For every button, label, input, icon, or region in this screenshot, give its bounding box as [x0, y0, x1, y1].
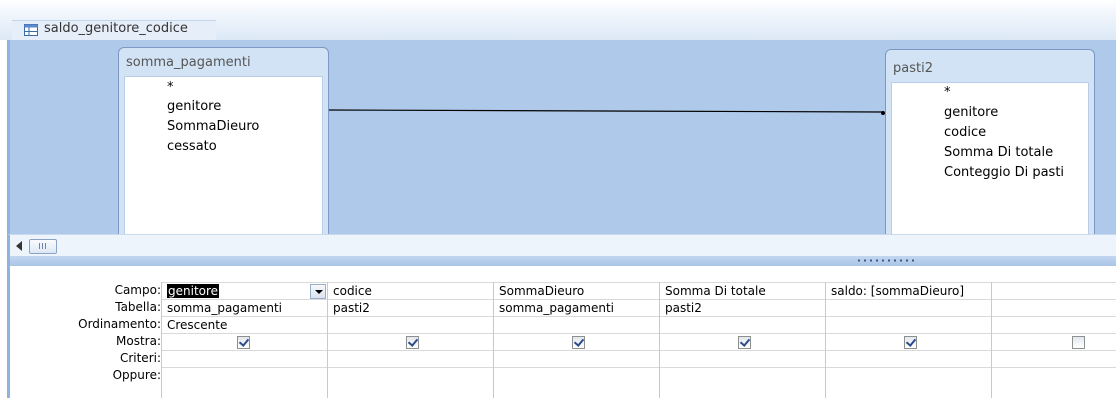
mostra-cell [494, 333, 660, 350]
pane-splitter[interactable] [7, 256, 1116, 266]
ordinamento-cell[interactable]: Crescente [162, 316, 328, 333]
show-checkbox[interactable] [406, 336, 419, 349]
field-item[interactable]: cessato [167, 139, 217, 154]
criteri-cell[interactable] [826, 350, 992, 367]
criteri-cell[interactable] [494, 350, 660, 367]
campo-cell[interactable] [992, 282, 1116, 299]
mostra-cell [162, 333, 328, 350]
ordinamento-cell[interactable] [494, 316, 660, 333]
campo-cell[interactable]: Somma Di totale [660, 282, 826, 299]
oppure-cell[interactable] [660, 367, 826, 384]
show-checkbox[interactable] [237, 336, 250, 349]
mostra-cell [992, 333, 1116, 350]
field-item[interactable]: SommaDieuro [167, 119, 259, 134]
field-item[interactable]: * [167, 80, 174, 95]
field-item[interactable]: genitore [944, 105, 998, 120]
row-label-tabella: Tabella: [115, 300, 161, 314]
grid-column: SommaDieuro somma_pagamenti [493, 282, 660, 398]
campo-cell[interactable]: genitore [162, 282, 328, 299]
oppure-cell[interactable] [328, 367, 494, 384]
campo-cell[interactable]: codice [328, 282, 494, 299]
tabella-cell[interactable] [992, 299, 1116, 316]
table-title[interactable]: pasti2 [893, 61, 933, 76]
table-box-pasti2[interactable]: pasti2 * genitore codice Somma Di totale… [885, 49, 1095, 236]
oppure-cell[interactable] [826, 367, 992, 384]
show-checkbox[interactable] [1072, 336, 1085, 349]
oppure-cell[interactable] [162, 367, 328, 384]
tabella-cell[interactable]: pasti2 [660, 299, 826, 316]
criteri-cell[interactable] [162, 350, 328, 367]
criteri-cell[interactable] [660, 350, 826, 367]
tabella-cell[interactable]: pasti2 [328, 299, 494, 316]
field-list[interactable]: * genitore SommaDieuro cessato [124, 76, 323, 235]
scroll-thumb[interactable] [29, 239, 57, 254]
mostra-cell [328, 333, 494, 350]
field-item[interactable]: genitore [167, 99, 221, 114]
table-title[interactable]: somma_pagamenti [126, 55, 251, 70]
title-bar: saldo_genitore_codice [0, 0, 1116, 41]
ordinamento-cell[interactable] [992, 316, 1116, 333]
criteri-cell[interactable] [992, 350, 1116, 367]
criteri-cell[interactable] [328, 350, 494, 367]
field-item[interactable]: Conteggio Di pasti [944, 165, 1064, 180]
horizontal-scrollbar[interactable] [7, 234, 1116, 257]
chevron-down-icon[interactable] [310, 284, 326, 299]
query-design-grid: Campo: Tabella: Ordinamento: Mostra: Cri… [7, 266, 1116, 398]
tabella-cell[interactable]: somma_pagamenti [162, 299, 328, 316]
show-checkbox[interactable] [572, 336, 585, 349]
grid-column: genitore somma_pagamenti Crescente [161, 282, 328, 398]
tabella-cell[interactable] [826, 299, 992, 316]
row-label-ordinamento: Ordinamento: [78, 317, 161, 331]
tabella-cell[interactable]: somma_pagamenti [494, 299, 660, 316]
grid-column [991, 282, 1116, 398]
show-checkbox[interactable] [904, 336, 917, 349]
campo-cell[interactable]: SommaDieuro [494, 282, 660, 299]
ordinamento-cell[interactable] [826, 316, 992, 333]
grid-column: Somma Di totale pasti2 [659, 282, 826, 398]
join-line[interactable] [325, 109, 885, 113]
row-label-campo: Campo: [114, 283, 161, 297]
query-icon [24, 24, 38, 36]
mostra-cell [660, 333, 826, 350]
grid-column: saldo: [sommaDieuro] [825, 282, 992, 398]
oppure-cell[interactable] [992, 367, 1116, 384]
field-item[interactable]: codice [944, 125, 986, 140]
table-pane[interactable]: somma_pagamenti * genitore SommaDieuro c… [7, 40, 1116, 236]
oppure-cell[interactable] [494, 367, 660, 384]
field-item[interactable]: Somma Di totale [944, 145, 1053, 160]
row-label-criteri: Criteri: [119, 351, 161, 365]
mostra-cell [826, 333, 992, 350]
show-checkbox[interactable] [738, 336, 751, 349]
campo-cell[interactable]: saldo: [sommaDieuro] [826, 282, 992, 299]
ordinamento-cell[interactable] [660, 316, 826, 333]
field-list[interactable]: * genitore codice Somma Di totale Conteg… [891, 82, 1089, 235]
ordinamento-cell[interactable] [328, 316, 494, 333]
row-label-oppure: Oppure: [112, 368, 161, 382]
splitter-grip-icon[interactable] [856, 259, 914, 262]
campo-value[interactable]: genitore [167, 284, 220, 298]
row-label-mostra: Mostra: [116, 334, 161, 348]
scroll-left-arrow-icon[interactable] [16, 241, 22, 251]
table-box-somma-pagamenti[interactable]: somma_pagamenti * genitore SommaDieuro c… [118, 47, 329, 236]
window-title: saldo_genitore_codice [44, 21, 188, 36]
field-item[interactable]: * [944, 85, 951, 100]
grid-column: codice pasti2 [327, 282, 494, 398]
